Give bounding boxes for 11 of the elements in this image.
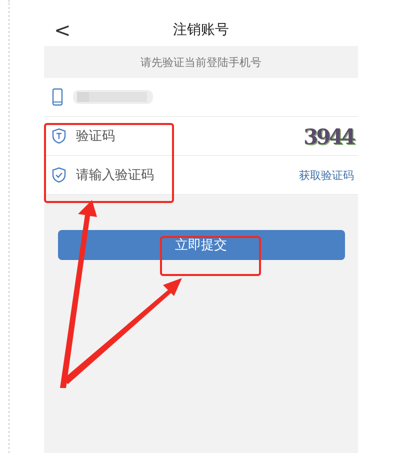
- code-field[interactable]: 请输入验证码: [76, 168, 289, 182]
- get-code-link[interactable]: 获取验证码: [299, 168, 354, 182]
- captcha-image[interactable]: 3944: [304, 124, 354, 148]
- shield-icon: [52, 128, 66, 144]
- phone-icon: [52, 88, 63, 106]
- page-title: 注销账号: [172, 21, 230, 39]
- notice-text: 请先验证当前登陆手机号: [44, 46, 358, 78]
- submit-button[interactable]: 立即提交: [58, 230, 344, 260]
- back-button[interactable]: <: [54, 18, 70, 42]
- code-field[interactable]: 验证码: [76, 128, 294, 144]
- shield-check-icon: [52, 167, 66, 183]
